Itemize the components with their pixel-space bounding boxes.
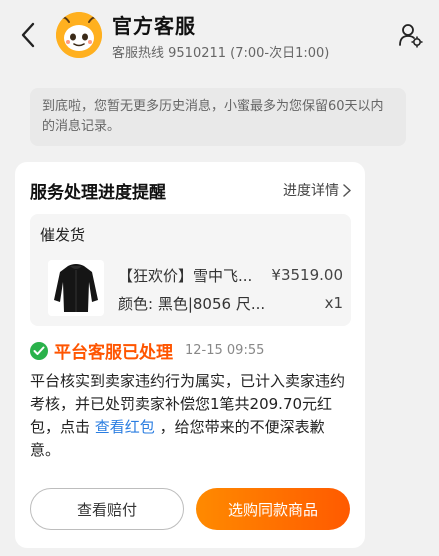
order-info[interactable]: 催发货 【狂欢价】雪中飞... 颜色: 黑色|8056 尺... ¥3519.0…	[30, 214, 351, 326]
progress-details-link[interactable]: 进度详情	[283, 180, 351, 200]
progress-details-label: 进度详情	[283, 183, 339, 199]
product-attributes: 颜色: 黑色|8056 尺...	[118, 295, 266, 313]
history-notice: 到底啦，您暂无更多历史消息，小蜜最多为您保留60天以内的消息记录。	[30, 88, 406, 146]
order-request-type: 催发货	[40, 226, 86, 244]
profile-button[interactable]	[398, 22, 424, 48]
status-text: 平台客服已处理	[54, 343, 173, 363]
view-compensation-button[interactable]: 查看赔付	[30, 488, 184, 530]
product-quantity: x1	[324, 294, 343, 312]
check-circle-icon	[30, 341, 48, 360]
product-image[interactable]	[48, 260, 104, 316]
status-timestamp: 12-15 09:55	[185, 343, 265, 358]
chevron-left-icon	[21, 22, 35, 48]
page-title: 官方客服	[112, 14, 196, 38]
status-row: 平台客服已处理 12-15 09:55	[30, 338, 264, 363]
back-button[interactable]	[14, 20, 42, 50]
chat-header: 官方客服 客服热线 9510211 (7:00-次日1:00)	[0, 0, 439, 72]
view-red-packet-link[interactable]: 查看红包	[95, 418, 155, 436]
mascot-bee-icon	[56, 12, 102, 58]
black-jacket-icon	[48, 260, 104, 316]
buy-similar-button[interactable]: 选购同款商品	[196, 488, 350, 530]
chevron-right-icon	[343, 183, 351, 197]
service-hotline: 客服热线 9510211 (7:00-次日1:00)	[112, 46, 330, 61]
user-settings-icon	[399, 24, 423, 48]
avatar[interactable]	[56, 12, 102, 58]
product-price: ¥3519.00	[271, 266, 343, 284]
service-message: 平台核实到卖家违约行为属实，已计入卖家违约考核，并已处罚卖家补偿您1笔共209.…	[30, 370, 354, 462]
service-progress-card: 服务处理进度提醒 进度详情 催发货 【狂欢价】雪中飞... 颜色: 黑色|805…	[15, 162, 365, 548]
product-name: 【狂欢价】雪中飞...	[118, 267, 253, 285]
card-title: 服务处理进度提醒	[30, 183, 166, 203]
